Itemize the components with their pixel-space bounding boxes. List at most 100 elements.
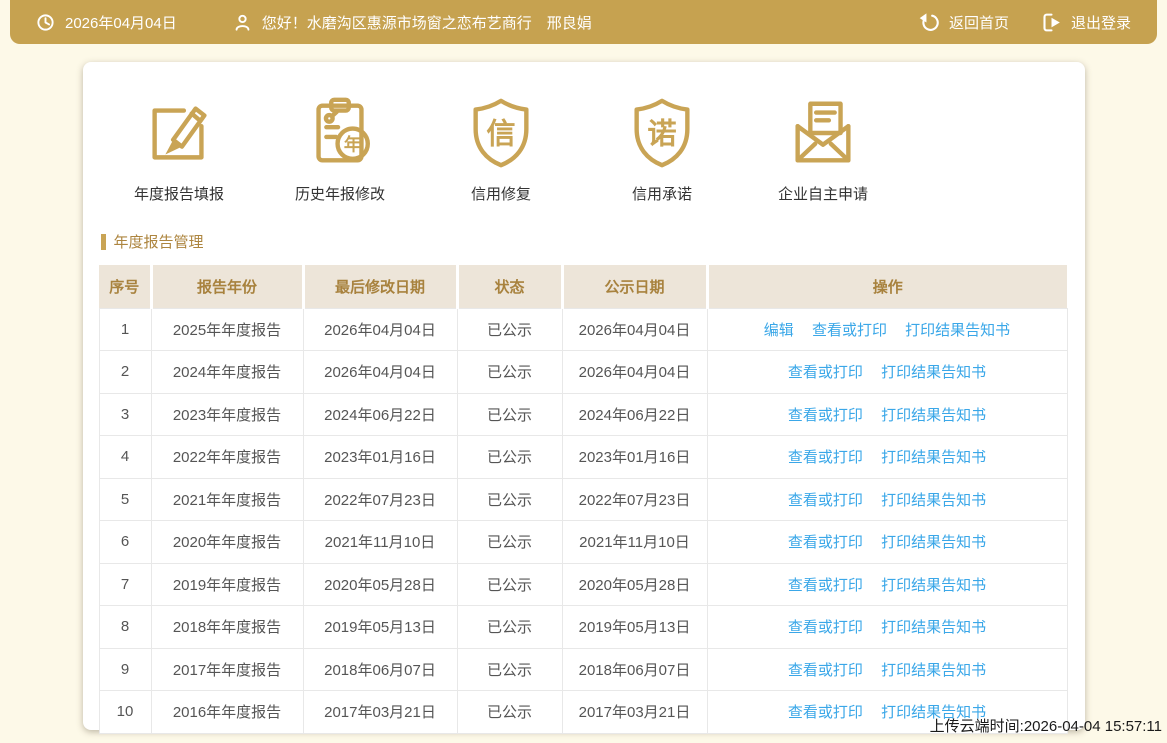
return-home-button[interactable]: 返回首页 xyxy=(919,12,1009,33)
date-group: 2026年04月04日 xyxy=(36,12,177,33)
user-greeting-group: 您好！水磨沟区惠源市场窗之恋布艺商行 邢良娟 xyxy=(233,12,592,33)
menu-item-credit-commitment[interactable]: 诺 信用承诺 xyxy=(582,94,743,204)
action-print-notice[interactable]: 打印结果告知书 xyxy=(881,449,986,466)
cell-modified: 2023年01月16日 xyxy=(302,435,458,479)
action-view-print[interactable]: 查看或打印 xyxy=(788,407,863,424)
table-header: 序号 报告年份 最后修改日期 状态 公示日期 操作 xyxy=(99,265,1067,308)
menu-item-annual-report-fill[interactable]: 年度报告填报 xyxy=(99,94,260,204)
cell-status: 已公示 xyxy=(456,562,563,606)
action-print-notice[interactable]: 打印结果告知书 xyxy=(881,577,986,594)
cell-actions: 查看或打印 打印结果告知书 xyxy=(706,435,1068,479)
user-greeting: 您好！水磨沟区惠源市场窗之恋布艺商行 邢良娟 xyxy=(261,14,592,32)
cell-published: 2021年11月10日 xyxy=(561,520,708,564)
cell-actions: 查看或打印 打印结果告知书 xyxy=(706,647,1068,691)
action-print-notice[interactable]: 打印结果告知书 xyxy=(881,662,986,679)
cell-modified: 2019年05月13日 xyxy=(302,605,458,649)
cell-year: 2023年年度报告 xyxy=(150,392,304,436)
action-print-notice[interactable]: 打印结果告知书 xyxy=(881,364,986,381)
action-view-print[interactable]: 查看或打印 xyxy=(788,492,863,509)
table-row: 4 2022年年度报告 2023年01月16日 已公示 2023年01月16日 … xyxy=(98,435,1068,479)
cell-year: 2020年年度报告 xyxy=(150,520,304,564)
cell-status: 已公示 xyxy=(456,605,563,649)
section-title: 年度报告管理 xyxy=(113,234,204,251)
table-row: 1 2025年年度报告 2026年04月04日 已公示 2026年04月04日 … xyxy=(98,307,1068,351)
cell-status: 已公示 xyxy=(456,690,563,734)
edit-icon xyxy=(140,94,218,172)
action-edit[interactable]: 编辑 xyxy=(764,322,794,339)
upload-cloud-time: 上传云端时间:2026-04-04 15:57:11 xyxy=(929,718,1162,735)
top-bar: 2026年04月04日 您好！水磨沟区惠源市场窗之恋布艺商行 邢良娟 返回首页 xyxy=(10,0,1157,44)
cell-actions: 查看或打印 打印结果告知书 xyxy=(706,520,1068,564)
action-view-print[interactable]: 查看或打印 xyxy=(812,322,887,339)
menu-item-history-report-edit[interactable]: 年 历史年报修改 xyxy=(260,94,421,204)
action-view-print[interactable]: 查看或打印 xyxy=(788,704,863,721)
current-date: 2026年04月04日 xyxy=(65,14,177,32)
menu-label: 信用承诺 xyxy=(631,186,692,203)
cell-published: 2026年04月04日 xyxy=(561,350,708,394)
cell-published: 2017年03月21日 xyxy=(561,690,708,734)
action-print-notice[interactable]: 打印结果告知书 xyxy=(905,322,1010,339)
action-print-notice[interactable]: 打印结果告知书 xyxy=(881,534,986,551)
cell-year: 2018年年度报告 xyxy=(150,605,304,649)
action-view-print[interactable]: 查看或打印 xyxy=(788,662,863,679)
cell-index: 10 xyxy=(98,690,152,734)
cell-published: 2018年06月07日 xyxy=(561,647,708,691)
cell-year: 2021年年度报告 xyxy=(150,477,304,521)
cell-index: 5 xyxy=(98,477,152,521)
shield-glyph-text: 诺 xyxy=(647,118,676,151)
table-row: 5 2021年年度报告 2022年07月23日 已公示 2022年07月23日 … xyxy=(98,477,1068,521)
menu-item-enterprise-self-apply[interactable]: 企业自主申请 xyxy=(743,94,904,204)
section-head: 年度报告管理 xyxy=(100,231,1069,252)
menu-item-credit-repair[interactable]: 信 信用修复 xyxy=(421,94,582,204)
table-row: 2 2024年年度报告 2026年04月04日 已公示 2026年04月04日 … xyxy=(98,350,1068,394)
table-row: 10 2016年年度报告 2017年03月21日 已公示 2017年03月21日… xyxy=(98,690,1068,734)
cell-published: 2026年04月04日 xyxy=(561,307,708,351)
logout-label: 退出登录 xyxy=(1070,14,1131,32)
return-home-label: 返回首页 xyxy=(948,14,1009,32)
clipboard-year-icon: 年 xyxy=(301,94,379,172)
col-actions: 操作 xyxy=(705,265,1067,308)
table-row: 3 2023年年度报告 2024年06月22日 已公示 2024年06月22日 … xyxy=(98,392,1068,436)
cell-actions: 编辑 查看或打印 打印结果告知书 xyxy=(706,307,1068,351)
action-print-notice[interactable]: 打印结果告知书 xyxy=(881,619,986,636)
logout-icon xyxy=(1041,12,1062,33)
cell-status: 已公示 xyxy=(456,647,563,691)
cell-status: 已公示 xyxy=(456,477,563,521)
cell-year: 2025年年度报告 xyxy=(150,307,304,351)
menu-label: 年度报告填报 xyxy=(133,186,224,203)
envelope-icon xyxy=(784,94,862,172)
action-view-print[interactable]: 查看或打印 xyxy=(788,449,863,466)
cell-index: 7 xyxy=(98,562,152,606)
shield-xin-icon: 信 xyxy=(462,94,540,172)
action-print-notice[interactable]: 打印结果告知书 xyxy=(881,492,986,509)
action-view-print[interactable]: 查看或打印 xyxy=(788,619,863,636)
cell-published: 2023年01月16日 xyxy=(561,435,708,479)
annual-report-table: 序号 报告年份 最后修改日期 状态 公示日期 操作 1 2025年年度报告 20… xyxy=(98,265,1068,734)
cell-published: 2024年06月22日 xyxy=(561,392,708,436)
cell-year: 2022年年度报告 xyxy=(150,435,304,479)
action-print-notice[interactable]: 打印结果告知书 xyxy=(881,407,986,424)
action-view-print[interactable]: 查看或打印 xyxy=(788,534,863,551)
cell-status: 已公示 xyxy=(456,307,563,351)
menu-label: 历史年报修改 xyxy=(294,186,385,203)
cell-actions: 查看或打印 打印结果告知书 xyxy=(706,350,1068,394)
logout-button[interactable]: 退出登录 xyxy=(1041,12,1131,33)
col-index: 序号 xyxy=(99,265,151,308)
cell-index: 9 xyxy=(98,647,152,691)
action-view-print[interactable]: 查看或打印 xyxy=(788,364,863,381)
clock-icon xyxy=(36,13,55,32)
cell-actions: 查看或打印 打印结果告知书 xyxy=(706,605,1068,649)
table-row: 9 2017年年度报告 2018年06月07日 已公示 2018年06月07日 … xyxy=(98,647,1068,691)
menu-label: 企业自主申请 xyxy=(777,186,868,203)
col-publish-date: 公示日期 xyxy=(560,265,707,308)
cell-year: 2017年年度报告 xyxy=(150,647,304,691)
shield-nuo-icon: 诺 xyxy=(623,94,701,172)
cell-modified: 2022年07月23日 xyxy=(302,477,458,521)
cell-index: 6 xyxy=(98,520,152,564)
cell-published: 2022年07月23日 xyxy=(561,477,708,521)
action-view-print[interactable]: 查看或打印 xyxy=(788,577,863,594)
return-arrow-icon xyxy=(919,12,940,33)
col-status: 状态 xyxy=(455,265,562,308)
cell-index: 8 xyxy=(98,605,152,649)
cell-modified: 2026年04月04日 xyxy=(302,350,458,394)
